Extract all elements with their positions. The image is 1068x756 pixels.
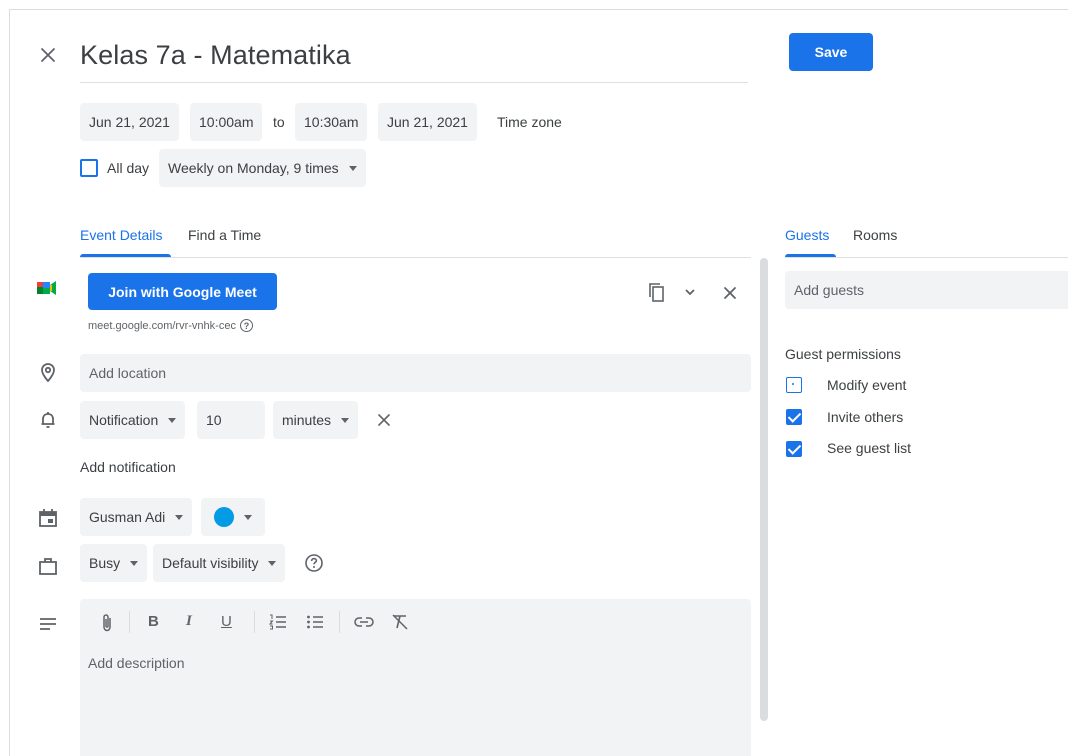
chevron-down-icon xyxy=(244,514,252,520)
meet-link-row: meet.google.com/rvr-vnhk-cec ? xyxy=(88,319,253,332)
see-guest-list-label: See guest list xyxy=(827,440,912,456)
save-button[interactable]: Save xyxy=(789,33,873,71)
notification-type-value: Notification xyxy=(89,412,159,428)
remove-notification-icon[interactable] xyxy=(375,411,393,429)
toolbar-separator xyxy=(339,611,340,633)
help-icon[interactable] xyxy=(304,553,324,573)
close-icon[interactable] xyxy=(36,43,60,67)
description-editor[interactable] xyxy=(80,599,751,756)
start-date-chip[interactable]: Jun 21, 2021 xyxy=(80,103,179,141)
tab-guests[interactable]: Guests xyxy=(785,227,829,243)
underline-button[interactable]: U xyxy=(221,613,232,630)
event-title-input[interactable]: Kelas 7a - Matematika xyxy=(80,40,351,71)
copy-icon[interactable] xyxy=(647,282,667,304)
color-swatch xyxy=(214,507,234,527)
help-icon[interactable]: ? xyxy=(239,319,253,332)
add-guests-input[interactable]: Add guests xyxy=(785,271,1068,309)
recurrence-value: Weekly on Monday, 9 times xyxy=(168,160,339,176)
invite-others-label: Invite others xyxy=(827,409,904,425)
chevron-down-icon xyxy=(268,560,277,566)
visibility-value: Default visibility xyxy=(162,555,259,571)
attachment-icon[interactable] xyxy=(99,612,115,634)
all-day-label: All day xyxy=(107,160,150,176)
location-input[interactable]: Add location xyxy=(80,354,751,392)
all-day-checkbox[interactable] xyxy=(80,159,98,177)
chevron-down-icon xyxy=(168,417,177,423)
modify-event-label: Modify event xyxy=(827,377,907,393)
chevron-down-icon xyxy=(130,560,139,566)
chevron-down-icon xyxy=(341,417,350,423)
italic-button[interactable]: I xyxy=(186,613,192,630)
tabs-divider xyxy=(80,257,751,258)
right-tabs-divider xyxy=(785,257,1068,258)
guest-permissions-title: Guest permissions xyxy=(785,346,901,362)
bell-icon xyxy=(41,412,55,428)
see-guest-list-checkbox[interactable] xyxy=(786,441,802,457)
invite-others-checkbox[interactable] xyxy=(786,409,802,425)
remove-meet-icon[interactable] xyxy=(721,284,739,302)
toolbar-separator xyxy=(254,611,255,633)
modify-event-checkbox[interactable] xyxy=(786,377,802,393)
start-time-chip[interactable]: 10:00am xyxy=(190,103,263,141)
notification-unit-dropdown[interactable]: minutes xyxy=(273,401,359,439)
availability-dropdown[interactable]: Busy xyxy=(80,544,148,582)
tab-find-a-time[interactable]: Find a Time xyxy=(188,227,261,243)
visibility-dropdown[interactable]: Default visibility xyxy=(153,544,286,582)
event-color-dropdown[interactable] xyxy=(201,498,265,536)
location-pin-icon xyxy=(41,363,55,383)
description-placeholder: Add description xyxy=(88,655,185,671)
chevron-down-icon xyxy=(175,514,184,520)
join-meet-button[interactable]: Join with Google Meet xyxy=(88,273,277,310)
end-date-chip[interactable]: Jun 21, 2021 xyxy=(378,103,477,141)
end-time-chip[interactable]: 10:30am xyxy=(295,103,368,141)
title-underline xyxy=(80,82,748,83)
scrollbar[interactable] xyxy=(760,258,768,721)
to-label: to xyxy=(273,114,285,130)
tab-event-details[interactable]: Event Details xyxy=(80,227,162,243)
notification-value-input[interactable]: 10 xyxy=(197,401,265,439)
briefcase-icon xyxy=(39,558,57,575)
availability-value: Busy xyxy=(89,555,121,571)
calendar-owner-dropdown[interactable]: Gusman Adi xyxy=(80,498,193,536)
recurrence-dropdown[interactable]: Weekly on Monday, 9 times xyxy=(159,149,366,187)
tab-rooms[interactable]: Rooms xyxy=(853,227,897,243)
google-meet-icon xyxy=(37,281,56,295)
numbered-list-icon[interactable] xyxy=(268,613,288,631)
bold-button[interactable]: B xyxy=(148,613,159,630)
calendar-owner-value: Gusman Adi xyxy=(89,509,166,525)
link-icon[interactable] xyxy=(353,614,375,630)
timezone-button[interactable]: Time zone xyxy=(488,103,571,141)
chevron-down-icon[interactable] xyxy=(682,284,698,300)
bulleted-list-icon[interactable] xyxy=(305,613,325,631)
toolbar-separator xyxy=(129,611,130,633)
clear-formatting-icon[interactable] xyxy=(390,612,410,632)
chevron-down-icon xyxy=(348,165,357,171)
add-notification-link[interactable]: Add notification xyxy=(80,459,176,475)
notes-icon xyxy=(40,618,56,630)
meet-link[interactable]: meet.google.com/rvr-vnhk-cec xyxy=(88,320,236,332)
notification-type-dropdown[interactable]: Notification xyxy=(80,401,186,439)
calendar-icon xyxy=(39,509,57,527)
notification-unit-value: minutes xyxy=(282,412,332,428)
